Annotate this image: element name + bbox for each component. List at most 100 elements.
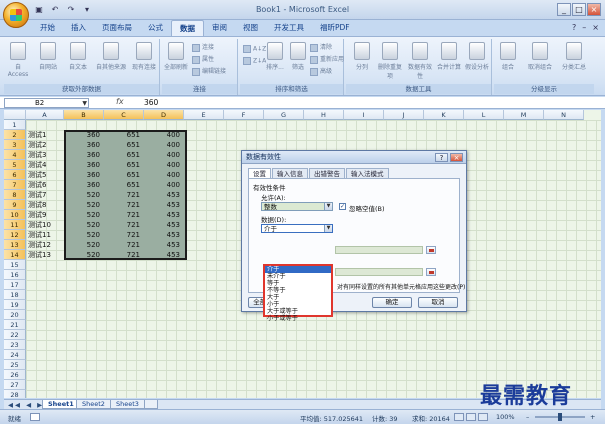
cell-a14[interactable]: 测试13 <box>26 250 64 260</box>
workbook-close-icon[interactable]: × <box>592 23 599 32</box>
row-header-28[interactable]: 28 <box>4 390 26 398</box>
cell-c14[interactable]: 721 <box>104 250 140 260</box>
formula-input[interactable]: 360 <box>144 98 158 107</box>
cell-c4[interactable]: 651 <box>104 150 140 160</box>
cell-c9[interactable]: 721 <box>104 200 140 210</box>
row-header-2[interactable]: 2 <box>4 130 26 140</box>
page-break-view-icon[interactable] <box>478 413 488 421</box>
row-header-18[interactable]: 18 <box>4 290 26 300</box>
cell-d2[interactable]: 400 <box>144 130 180 140</box>
cell-d8[interactable]: 453 <box>144 190 180 200</box>
cell-d9[interactable]: 453 <box>144 200 180 210</box>
tab-insert[interactable]: 插入 <box>63 20 94 36</box>
cell-d3[interactable]: 400 <box>144 140 180 150</box>
cell-b11[interactable]: 520 <box>64 220 100 230</box>
row-header-9[interactable]: 9 <box>4 200 26 210</box>
range-picker-icon[interactable] <box>426 268 436 276</box>
macro-record-icon[interactable] <box>30 413 40 421</box>
cell-c6[interactable]: 651 <box>104 170 140 180</box>
row-header-7[interactable]: 7 <box>4 180 26 190</box>
zoom-level[interactable]: 100% <box>496 413 515 421</box>
help-icon[interactable]: ? <box>572 23 576 32</box>
consolidate-button[interactable]: 合并计算 <box>436 42 462 71</box>
option-equal[interactable]: 等于 <box>265 280 331 287</box>
cell-c12[interactable]: 721 <box>104 230 140 240</box>
cell-a13[interactable]: 测试12 <box>26 240 64 250</box>
sort-az-icon[interactable]: A↓Z <box>243 45 266 53</box>
option-not-equal[interactable]: 不等于 <box>265 287 331 294</box>
sort-za-icon[interactable]: Z↓A <box>243 57 266 65</box>
cell-b7[interactable]: 360 <box>64 180 100 190</box>
data-validation-button[interactable]: 数据有效性 <box>406 42 434 80</box>
option-less[interactable]: 小于 <box>265 301 331 308</box>
dialog-help-button[interactable]: ? <box>435 153 448 162</box>
column-header-g[interactable]: G <box>264 110 304 120</box>
row-header-13[interactable]: 13 <box>4 240 26 250</box>
row-header-15[interactable]: 15 <box>4 260 26 270</box>
tab-error-alert[interactable]: 出错警告 <box>309 168 345 178</box>
from-access-button[interactable]: 自 Access <box>6 42 30 78</box>
cell-a7[interactable]: 测试6 <box>26 180 64 190</box>
reapply-button[interactable]: 重新应用 <box>310 54 344 64</box>
edit-links-button[interactable]: 编辑链接 <box>192 66 226 76</box>
sheet-tab-sheet2[interactable]: Sheet2 <box>76 400 111 409</box>
cell-c7[interactable]: 651 <box>104 180 140 190</box>
cell-b3[interactable]: 360 <box>64 140 100 150</box>
cell-b6[interactable]: 360 <box>64 170 100 180</box>
maximum-input[interactable] <box>335 268 423 276</box>
close-button[interactable]: × <box>587 3 601 16</box>
cell-a10[interactable]: 测试9 <box>26 210 64 220</box>
cell-c13[interactable]: 721 <box>104 240 140 250</box>
column-header-j[interactable]: J <box>384 110 424 120</box>
maximize-button[interactable]: □ <box>572 3 586 16</box>
cell-a12[interactable]: 测试11 <box>26 230 64 240</box>
row-header-10[interactable]: 10 <box>4 210 26 220</box>
tab-home[interactable]: 开始 <box>32 20 63 36</box>
cell-d10[interactable]: 453 <box>144 210 180 220</box>
tab-settings[interactable]: 设置 <box>248 168 271 178</box>
tab-view[interactable]: 视图 <box>235 20 266 36</box>
tab-formulas[interactable]: 公式 <box>140 20 171 36</box>
row-header-5[interactable]: 5 <box>4 160 26 170</box>
cell-d4[interactable]: 400 <box>144 150 180 160</box>
column-header-n[interactable]: N <box>544 110 584 120</box>
name-box[interactable]: B2 ▼ <box>4 98 89 108</box>
remove-duplicates-button[interactable]: 删除重复项 <box>376 42 404 80</box>
allow-select[interactable]: 整数 ▼ <box>261 202 333 211</box>
option-greater-equal[interactable]: 大于或等于 <box>265 308 331 315</box>
column-header-c[interactable]: C <box>104 110 144 120</box>
minimize-button[interactable]: _ <box>557 3 571 16</box>
cell-d12[interactable]: 453 <box>144 230 180 240</box>
column-header-b[interactable]: B <box>64 110 104 120</box>
office-button[interactable] <box>3 2 29 28</box>
cell-b4[interactable]: 360 <box>64 150 100 160</box>
from-text-button[interactable]: 自文本 <box>66 42 90 71</box>
cell-b5[interactable]: 360 <box>64 160 100 170</box>
cell-d7[interactable]: 400 <box>144 180 180 190</box>
properties-button[interactable]: 属性 <box>192 54 214 64</box>
cell-d6[interactable]: 400 <box>144 170 180 180</box>
sheet-tab-sheet1[interactable]: Sheet1 <box>42 400 80 409</box>
row-header-11[interactable]: 11 <box>4 220 26 230</box>
ignore-blank-checkbox[interactable]: ✓ <box>339 203 346 210</box>
tab-foxit-pdf[interactable]: 福昕PDF <box>312 20 358 36</box>
cell-a2[interactable]: 测试1 <box>26 130 64 140</box>
column-header-k[interactable]: K <box>424 110 464 120</box>
cell-c11[interactable]: 721 <box>104 220 140 230</box>
column-header-a[interactable]: A <box>26 110 64 120</box>
insert-function-icon[interactable]: fx <box>116 97 124 106</box>
cell-a3[interactable]: 测试2 <box>26 140 64 150</box>
cell-a6[interactable]: 测试5 <box>26 170 64 180</box>
cancel-button[interactable]: 取消 <box>418 297 458 308</box>
what-if-analysis-button[interactable]: 假设分析 <box>464 42 490 71</box>
option-not-between[interactable]: 未介于 <box>265 273 331 280</box>
cell-c10[interactable]: 721 <box>104 210 140 220</box>
chevron-down-icon[interactable]: ▼ <box>82 99 87 108</box>
row-header-26[interactable]: 26 <box>4 370 26 380</box>
select-all-corner[interactable] <box>4 110 26 120</box>
sheet-tab-sheet3[interactable]: Sheet3 <box>110 400 145 409</box>
row-header-12[interactable]: 12 <box>4 230 26 240</box>
cell-c5[interactable]: 651 <box>104 160 140 170</box>
column-header-d[interactable]: D <box>144 110 184 120</box>
column-header-f[interactable]: F <box>224 110 264 120</box>
